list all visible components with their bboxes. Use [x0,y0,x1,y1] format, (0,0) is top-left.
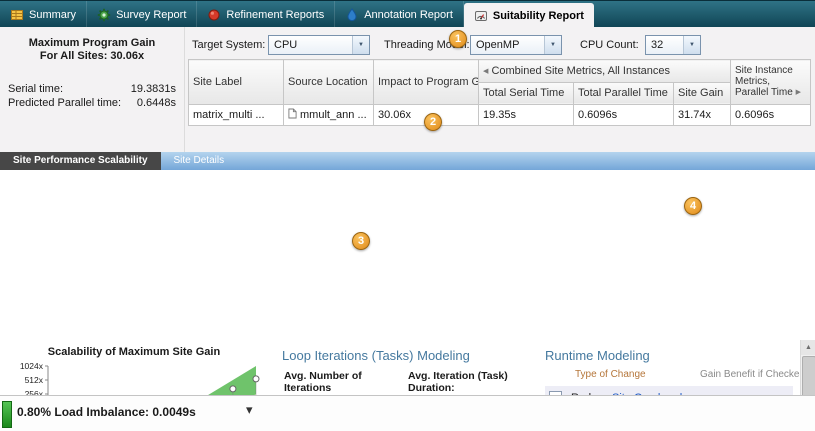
runtime-modeling-heading: Runtime Modeling [545,348,650,363]
sphere-icon [207,8,221,22]
cpu-count-select[interactable]: 32 ▼ [645,35,701,55]
callout-badge-4: 4 [684,197,702,215]
gain-benefit-header: Gain Benefit if Checked [700,369,805,380]
cell-total-serial[interactable]: 19.35s [479,105,574,126]
cell-source-location[interactable]: mmult_ann ... [284,105,374,126]
col-instance-metrics[interactable]: Site Instance Metrics, Parallel Time ▶ [731,60,811,105]
collapse-right-icon[interactable]: ▶ [796,89,801,96]
type-of-change-header: Type of Change [575,369,646,380]
tab-site-details[interactable]: Site Details [161,152,238,170]
expand-chevron-icon[interactable]: ▾ [246,402,253,418]
threading-model-value: OpenMP [471,39,544,51]
target-system-label: Target System: [192,35,265,55]
tab-label: Summary [29,9,76,21]
svg-text:512x: 512x [25,375,44,385]
sites-table: Site Label Source Location Impact to Pro… [188,59,811,126]
chevron-down-icon: ▼ [544,36,561,54]
svg-text:1024x: 1024x [20,361,44,371]
source-location-text: mmult_ann ... [300,109,367,121]
tab-label: Suitability Report [493,10,584,22]
tab-summary[interactable]: Summary [0,1,87,28]
gear-icon [97,8,111,22]
tab-label: Annotation Report [364,9,453,21]
col-total-parallel[interactable]: Total Parallel Time [574,82,674,105]
divider [184,27,185,152]
document-icon [288,110,297,122]
droplet-icon [345,8,359,22]
group-label: Combined Site Metrics, All Instances [491,65,670,77]
tab-refinement-reports[interactable]: Refinement Reports [197,1,335,28]
predicted-parallel-value: 0.6448s [137,97,176,110]
scroll-up-icon[interactable]: ▲ [801,340,815,355]
tab-site-performance-scalability[interactable]: Site Performance Scalability [0,152,161,170]
tab-survey-report[interactable]: Survey Report [87,1,197,28]
threading-model-select[interactable]: OpenMP ▼ [470,35,562,55]
tab-suitability-report[interactable]: Suitability Report [464,3,594,28]
cpu-count-label: CPU Count: [580,35,639,55]
serial-time-label: Serial time: [8,83,63,95]
predicted-parallel-label: Predicted Parallel time: [8,97,121,109]
chart-title: Scalability of Maximum Site Gain [18,346,250,358]
collapse-left-icon[interactable]: ◀ [483,68,488,75]
site-subtabs: Site Performance Scalability Site Detail… [0,152,815,170]
cell-total-parallel[interactable]: 0.6096s [574,105,674,126]
summary-icon [10,8,24,22]
chevron-down-icon: ▼ [352,36,369,54]
target-system-value: CPU [269,39,352,51]
callout-badge-2: 2 [424,113,442,131]
cell-instance-parallel[interactable]: 0.6096s [731,105,811,126]
col-site-gain[interactable]: Site Gain [674,82,731,105]
cpu-count-value: 32 [646,39,683,51]
cell-site-gain[interactable]: 31.74x [674,105,731,126]
chevron-down-icon: ▼ [683,36,700,54]
suitability-header-panel: Maximum Program Gain For All Sites: 30.0… [0,27,815,152]
table-row[interactable]: matrix_multi ... mmult_ann ... 30.06x 19… [189,105,811,126]
tab-annotation-report[interactable]: Annotation Report [335,1,464,28]
callout-badge-1: 1 [449,30,467,48]
callout-badge-3: 3 [352,232,370,250]
col-site-label[interactable]: Site Label [189,60,284,105]
gauge-icon [474,9,488,23]
load-imbalance-bar: 0.80% Load Imbalance: 0.0049s ▾ [0,395,815,431]
cell-site-label[interactable]: matrix_multi ... [189,105,284,126]
col-total-serial[interactable]: Total Serial Time [479,82,574,105]
imbalance-color-chip [2,401,12,428]
load-imbalance-text: 0.80% Load Imbalance: 0.0049s [17,405,196,419]
duration-label: Avg. Iteration (Task) Duration: [408,370,526,394]
max-program-gain: Maximum Program Gain For All Sites: 30.0… [6,37,178,63]
tab-label: Refinement Reports [226,9,324,21]
loop-modeling-heading: Loop Iterations (Tasks) Modeling [282,348,470,363]
group-combined-metrics[interactable]: ◀ Combined Site Metrics, All Instances [479,60,731,83]
serial-time-value: 19.3831s [131,83,176,96]
report-tabbar: Summary Survey Report Refinement Reports… [0,0,815,28]
col-source-location[interactable]: Source Location [284,60,374,105]
suitability-report-window: Summary Survey Report Refinement Reports… [0,0,815,431]
instance-label: Site Instance Metrics, Parallel Time [735,65,793,98]
tab-label: Survey Report [116,9,186,21]
col-impact[interactable]: Impact to Program Gain [374,60,479,105]
target-system-select[interactable]: CPU ▼ [268,35,370,55]
